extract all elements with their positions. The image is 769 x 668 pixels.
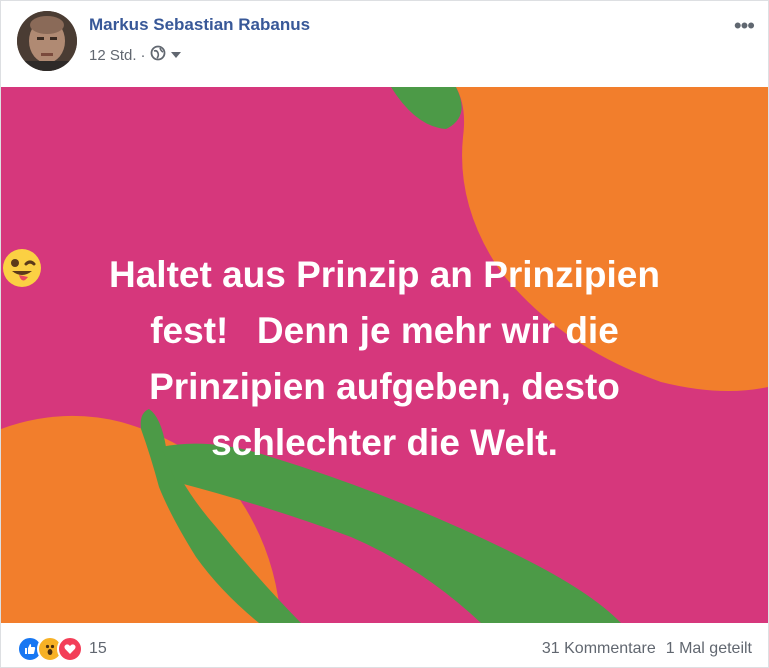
- post-text-line-1: Haltet aus Prinzip an Prinzipien: [109, 254, 660, 295]
- comments-count-link[interactable]: 31 Kommentare: [542, 640, 656, 658]
- avatar[interactable]: [17, 11, 77, 71]
- author-name[interactable]: Markus Sebastian Rabanus: [89, 15, 310, 35]
- reaction-count: 15: [89, 640, 107, 657]
- post-meta: 12 Std. ·: [89, 45, 182, 65]
- reactions-summary[interactable]: 15: [17, 636, 107, 662]
- post-text-line-3: Prinzipien aufgeben, desto: [149, 366, 620, 407]
- post-text-line-4: schlechter die Welt.: [211, 422, 558, 463]
- shares-count-link[interactable]: 1 Mal geteilt: [666, 640, 752, 658]
- love-icon: [57, 636, 83, 662]
- caret-down-icon[interactable]: [170, 47, 182, 64]
- post-text: Haltet aus Prinzip an Prinzipien fest! D…: [1, 247, 768, 471]
- more-options-icon[interactable]: •••: [734, 13, 755, 39]
- post-text-denn: Denn je mehr wir die: [256, 310, 619, 351]
- timestamp[interactable]: 12 Std.: [89, 47, 137, 64]
- meta-separator: ·: [140, 46, 146, 64]
- globe-icon[interactable]: [150, 45, 166, 65]
- post-text-line-2: fest! Denn je mehr wir die: [3, 249, 738, 359]
- post-text-fest: fest!: [150, 310, 229, 351]
- engagement-stats: 31 Kommentare 1 Mal geteilt: [542, 640, 752, 658]
- post-header: Markus Sebastian Rabanus 12 Std. · •••: [1, 1, 768, 87]
- post-card: Markus Sebastian Rabanus 12 Std. · ••• H…: [0, 0, 769, 668]
- post-footer: 15 31 Kommentare 1 Mal geteilt: [1, 623, 768, 667]
- post-background: Haltet aus Prinzip an Prinzipien fest! D…: [1, 87, 768, 623]
